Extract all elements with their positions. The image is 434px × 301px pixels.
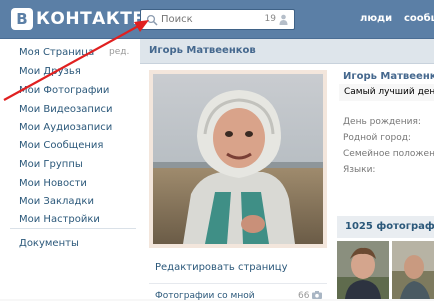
photos-with-me-count: 66 [298,291,310,301]
vk-logo-badge: B [11,8,33,30]
left-column-divider [149,283,327,284]
photos-section-header[interactable]: 1025 фотографий [337,216,434,238]
photo-thumbnail-image [337,241,389,299]
sidebar-item-settings[interactable]: Мои Настройки [19,214,100,225]
sidebar-item-audio[interactable]: Мои Аудиозаписи [19,122,112,133]
status-text: Самый лучший день [344,87,434,97]
photo-thumbnail[interactable] [337,241,389,299]
sidebar-item-photos[interactable]: Мои Фотографии [19,85,109,96]
sidebar-item-messages[interactable]: Мои Сообщения [19,140,103,151]
sidebar-edit-link[interactable]: ред. [109,47,129,57]
profile-name: Игорь Матвеенков [343,71,434,82]
info-hometown-label: Родной город: [343,133,411,143]
edit-page-link[interactable]: Редактировать страницу [155,262,288,273]
sidebar-item-my-page[interactable]: Моя Страница [19,47,94,58]
photos-count-title: 1025 фотографий [345,221,434,232]
info-languages-label: Языки: [343,165,376,175]
sidebar-item-bookmarks[interactable]: Мои Закладки [19,196,94,207]
photo-thumbnail-image [392,241,434,299]
sidebar-item-friends[interactable]: Мои Друзья [19,66,81,77]
info-birthday-label: День рождения: [343,117,421,127]
person-icon [279,14,288,25]
status-box[interactable]: Самый лучший день [339,84,434,101]
profile-header-bar: Игорь Матвеенков [140,39,434,64]
sidebar-divider [10,228,136,229]
search-input[interactable] [161,10,256,29]
sidebar-item-documents[interactable]: Документы [19,238,79,249]
search-box[interactable]: 19 [140,9,295,30]
vk-logo[interactable]: B КОНТАКТЕ [11,7,144,31]
sidebar-item-videos[interactable]: Мои Видеозаписи [19,104,112,115]
photo-thumbnail[interactable] [392,241,434,299]
sidebar-item-groups[interactable]: Мои Группы [19,159,83,170]
profile-header-name: Игорь Матвеенков [149,45,256,56]
top-header: B КОНТАКТЕ 19 люди сообщ [0,0,434,39]
search-count: 19 [264,14,276,24]
search-icon [146,14,158,26]
info-relationship-label: Семейное положение: [343,149,434,159]
sidebar-item-news[interactable]: Мои Новости [19,178,87,189]
vk-logo-text: КОНТАКТЕ [36,9,145,29]
profile-photo[interactable] [149,70,327,248]
profile-photo-image [153,74,323,244]
nav-messages[interactable]: сообщ [404,13,434,24]
nav-people[interactable]: люди [360,13,392,24]
photos-with-me-link[interactable]: Фотографии со мной [155,291,255,301]
camera-icon [312,291,322,299]
